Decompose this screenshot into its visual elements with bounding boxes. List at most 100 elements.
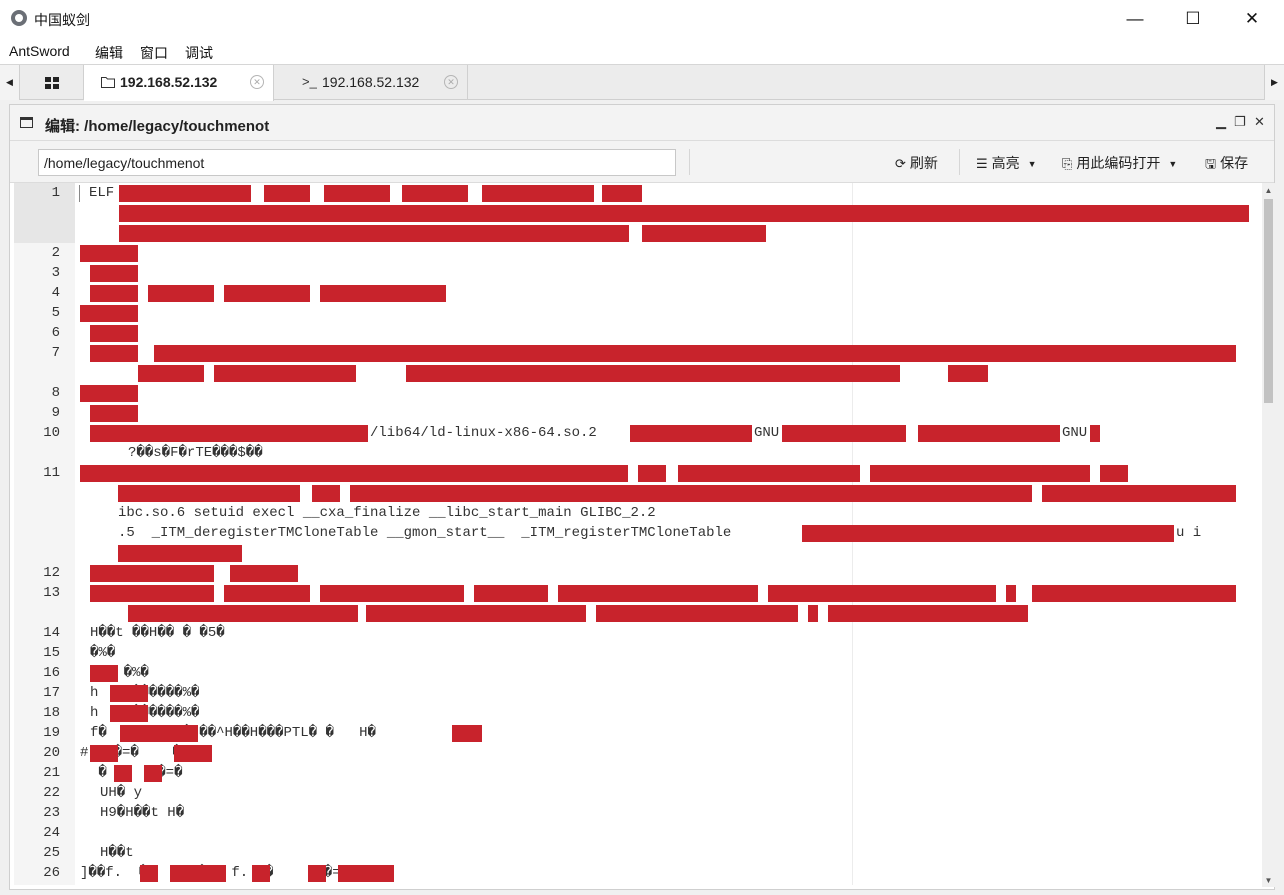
line-number: 10 bbox=[43, 425, 60, 441]
line-number: 22 bbox=[43, 785, 60, 801]
minimize-panel-icon[interactable]: ▁ bbox=[1216, 114, 1226, 130]
refresh-icon: ⟳ bbox=[895, 156, 906, 171]
tab-close-icon[interactable]: ✕ bbox=[250, 75, 264, 89]
binary-block bbox=[1100, 465, 1128, 482]
binary-block bbox=[802, 525, 1174, 542]
binary-block bbox=[110, 705, 148, 722]
editor-header: 编辑: /home/legacy/touchmenot ▁ ❐ ✕ bbox=[10, 105, 1274, 141]
binary-block bbox=[90, 425, 368, 442]
binary-block bbox=[402, 185, 468, 202]
binary-block bbox=[312, 485, 340, 502]
binary-block bbox=[264, 185, 310, 202]
code-text: GNU bbox=[1062, 425, 1088, 441]
binary-block bbox=[90, 565, 214, 582]
binary-block bbox=[148, 285, 214, 302]
binary-block bbox=[406, 365, 900, 382]
refresh-button[interactable]: ⟳ 刷新 bbox=[895, 153, 938, 173]
line-number: 19 bbox=[43, 725, 60, 741]
binary-block bbox=[1006, 585, 1016, 602]
tab-file-manager[interactable]: 192.168.52.132 ✕ bbox=[84, 65, 274, 101]
scroll-down-icon[interactable]: ▼ bbox=[1262, 873, 1275, 887]
binary-block bbox=[642, 225, 766, 242]
scroll-up-icon[interactable]: ▲ bbox=[1262, 183, 1275, 197]
maximize-button[interactable]: ☐ bbox=[1170, 0, 1216, 38]
menu-window[interactable]: 窗口 bbox=[140, 43, 168, 63]
binary-block bbox=[80, 465, 628, 482]
binary-block bbox=[90, 325, 138, 342]
line-number: 26 bbox=[43, 865, 60, 881]
line-number: 3 bbox=[51, 265, 60, 281]
line-number: 4 bbox=[51, 285, 60, 301]
line-number: 11 bbox=[43, 465, 60, 481]
binary-block bbox=[602, 185, 642, 202]
menu-edit[interactable]: 编辑 bbox=[95, 43, 123, 63]
line-number-gutter: 1 2 3 4 5 6 7 8 9 10 11 12 13 14 15 16 1… bbox=[14, 183, 75, 885]
path-input[interactable] bbox=[38, 149, 676, 176]
line-number: 1 bbox=[51, 185, 60, 201]
line-number: 5 bbox=[51, 305, 60, 321]
binary-block bbox=[128, 605, 358, 622]
binary-block bbox=[350, 485, 1032, 502]
minimize-button[interactable]: — bbox=[1112, 0, 1158, 38]
binary-block bbox=[252, 865, 270, 882]
binary-block bbox=[170, 865, 226, 882]
tab-close-icon[interactable]: ✕ bbox=[444, 75, 458, 89]
binary-block bbox=[474, 585, 548, 602]
tab-home[interactable] bbox=[20, 65, 84, 100]
tab-scroll-right-button[interactable]: ▶ bbox=[1264, 65, 1284, 100]
binary-block bbox=[118, 485, 300, 502]
binary-block bbox=[90, 345, 138, 362]
line-number: 18 bbox=[43, 705, 60, 721]
code-editor[interactable]: 1 2 3 4 5 6 7 8 9 10 11 12 13 14 15 16 1… bbox=[14, 183, 1252, 885]
line-number: 16 bbox=[43, 665, 60, 681]
scrollbar-thumb[interactable] bbox=[1264, 199, 1273, 403]
menu-antsword[interactable]: AntSword bbox=[9, 43, 70, 59]
binary-block bbox=[140, 865, 158, 882]
line-number: 17 bbox=[43, 685, 60, 701]
binary-block bbox=[119, 225, 629, 242]
line-number: 12 bbox=[43, 565, 60, 581]
binary-block bbox=[320, 585, 464, 602]
binary-block bbox=[154, 345, 1236, 362]
binary-block bbox=[90, 285, 138, 302]
vertical-scrollbar[interactable]: ▲ ▼ bbox=[1262, 183, 1275, 887]
tab-scroll-left-button[interactable]: ◀ bbox=[0, 65, 20, 100]
binary-block bbox=[230, 565, 298, 582]
binary-block bbox=[144, 765, 162, 782]
binary-block bbox=[80, 305, 138, 322]
code-line-25: H��t bbox=[100, 845, 134, 861]
restore-panel-icon[interactable]: ❐ bbox=[1234, 114, 1246, 130]
binary-block bbox=[596, 605, 798, 622]
close-window-button[interactable]: ✕ bbox=[1229, 0, 1275, 38]
line-number: 21 bbox=[43, 765, 60, 781]
editor-window: 编辑: /home/legacy/touchmenot ▁ ❐ ✕ ⟳刷新 ☰高… bbox=[9, 104, 1275, 890]
title-bar: 中国蚁剑 — ☐ ✕ bbox=[0, 0, 1284, 38]
window-icon bbox=[20, 117, 33, 128]
binary-block bbox=[828, 605, 1028, 622]
code-line-1: ELF bbox=[89, 185, 115, 201]
save-button[interactable]: 🖫 保存 bbox=[1205, 153, 1248, 177]
save-icon: 🖫 bbox=[1205, 156, 1217, 171]
binary-block bbox=[80, 385, 138, 402]
text-cursor bbox=[79, 185, 80, 202]
tab-terminal[interactable]: >_ 192.168.52.132 ✕ bbox=[274, 65, 468, 100]
binary-block bbox=[120, 725, 198, 742]
binary-block bbox=[366, 605, 586, 622]
binary-block bbox=[224, 285, 310, 302]
terminal-icon: >_ bbox=[302, 74, 317, 89]
tab-file-manager-label: 192.168.52.132 bbox=[120, 74, 218, 90]
close-panel-icon[interactable]: ✕ bbox=[1254, 114, 1265, 130]
folder-icon bbox=[101, 77, 115, 88]
highlight-dropdown[interactable]: ☰ 高亮 ▼ bbox=[976, 153, 1037, 173]
line-number: 9 bbox=[51, 405, 60, 421]
line-number: 2 bbox=[51, 245, 60, 261]
code-line-14: H��t ��H�� � �5� bbox=[90, 625, 225, 641]
line-number: 20 bbox=[43, 745, 60, 761]
binary-block bbox=[224, 585, 310, 602]
code-line-11: ?��s�F�rTE���$�� bbox=[128, 445, 263, 461]
binary-block bbox=[138, 365, 204, 382]
binary-block bbox=[118, 545, 242, 562]
menu-debug[interactable]: 调试 bbox=[185, 43, 213, 63]
encoding-dropdown[interactable]: ⎘ 用此编码打开 ▼ bbox=[1062, 153, 1177, 173]
binary-block bbox=[174, 745, 212, 762]
